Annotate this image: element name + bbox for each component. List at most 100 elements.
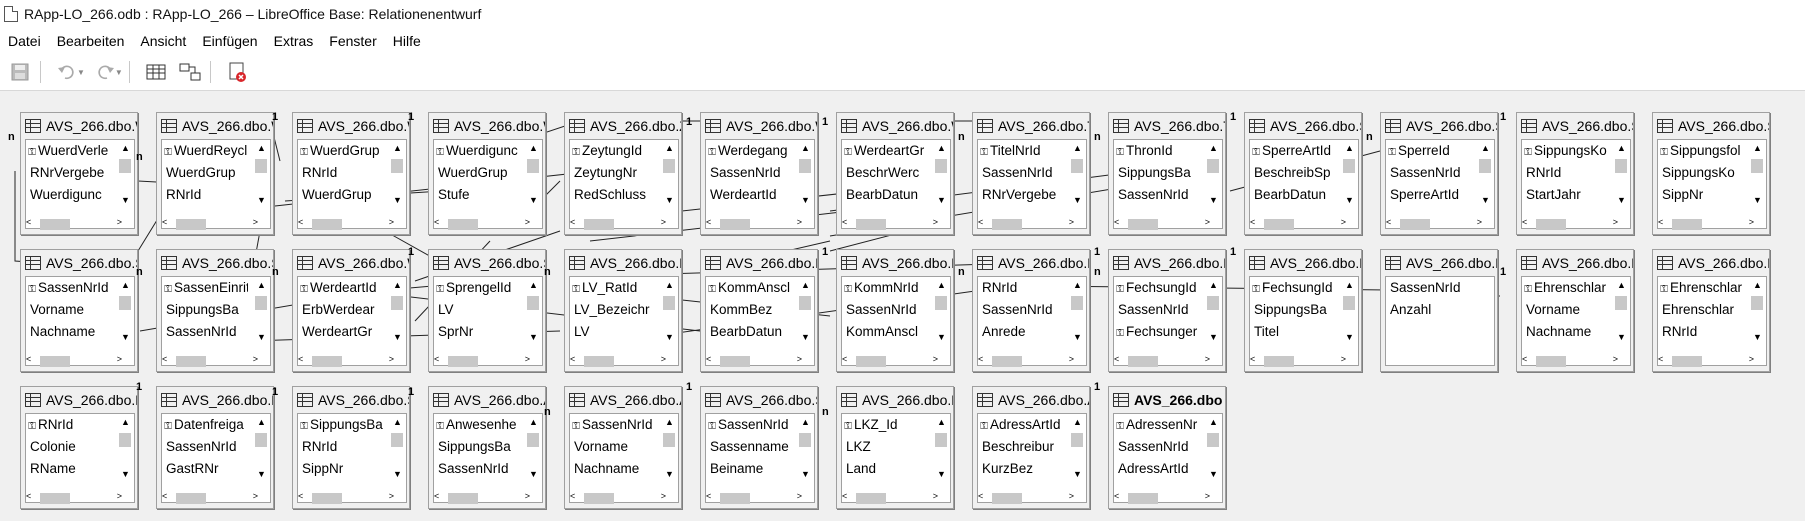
table-window-header[interactable]: AVS_266.dbo.K: [701, 250, 817, 276]
field-row[interactable]: ⚿ SperreArtId: [1250, 140, 1336, 162]
scroll-down-icon[interactable]: ▼: [665, 469, 674, 479]
scroll-up-icon[interactable]: ▲: [393, 417, 402, 427]
scroll-left-icon[interactable]: <: [298, 217, 303, 227]
scroll-up-icon[interactable]: ▲: [1753, 143, 1762, 153]
table-window-header[interactable]: AVS_266.dbo.A: [973, 387, 1089, 413]
scroll-thumb[interactable]: [720, 219, 750, 230]
field-row[interactable]: Nachname: [570, 458, 660, 480]
field-row[interactable]: LV_Bezeichr: [570, 299, 660, 321]
scroll-right-icon[interactable]: >: [117, 491, 122, 501]
vertical-scrollbar[interactable]: ▲ ▼: [389, 415, 405, 479]
scroll-thumb[interactable]: [1071, 296, 1083, 310]
field-row[interactable]: SippNr: [1658, 184, 1748, 206]
horizontal-scrollbar[interactable]: < >: [1110, 352, 1216, 370]
scroll-up-icon[interactable]: ▲: [1209, 143, 1218, 153]
field-row[interactable]: ⚿ WuerdReycl: [162, 140, 248, 162]
field-row[interactable]: Vorname: [570, 436, 660, 458]
table-window-header[interactable]: AVS_266.dbo.W: [157, 113, 273, 139]
horizontal-scrollbar[interactable]: < >: [1110, 489, 1216, 507]
scroll-left-icon[interactable]: <: [1522, 217, 1527, 227]
horizontal-scrollbar[interactable]: < >: [838, 489, 944, 507]
table-window-header[interactable]: AVS_266.dbo.S: [293, 387, 409, 413]
scroll-thumb[interactable]: [1343, 296, 1355, 310]
field-row[interactable]: AdressArtId: [1114, 458, 1204, 480]
field-row[interactable]: SassenNrId: [1114, 184, 1204, 206]
scroll-right-icon[interactable]: >: [389, 354, 394, 364]
table-window[interactable]: AVS_266.dbo.ESassenNrIdAnzahl▲▼<>: [1380, 249, 1498, 372]
scroll-left-icon[interactable]: <: [1386, 217, 1391, 227]
table-window-header[interactable]: AVS_266.dbo.S: [1653, 113, 1769, 139]
horizontal-scrollbar[interactable]: < >: [1518, 215, 1624, 233]
scroll-thumb[interactable]: [1071, 433, 1083, 447]
scroll-up-icon[interactable]: ▲: [665, 417, 674, 427]
scroll-up-icon[interactable]: ▲: [1073, 143, 1082, 153]
vertical-scrollbar[interactable]: ▲ ▼: [525, 141, 541, 205]
table-window-header[interactable]: AVS_266.dbo.W: [21, 113, 137, 139]
scroll-thumb[interactable]: [312, 356, 342, 367]
scroll-thumb[interactable]: [448, 493, 478, 504]
horizontal-scrollbar[interactable]: < >: [22, 352, 128, 370]
scroll-right-icon[interactable]: >: [525, 217, 530, 227]
field-row[interactable]: ⚿ SassenNrId: [26, 277, 112, 299]
scroll-thumb[interactable]: [527, 433, 539, 447]
field-row[interactable]: LKZ: [842, 436, 932, 458]
table-window[interactable]: AVS_266.dbo.E ⚿ Ehrenschlar Vorname Nachname…: [1516, 249, 1634, 372]
scroll-down-icon[interactable]: ▼: [121, 469, 130, 479]
scroll-thumb[interactable]: [992, 356, 1022, 367]
field-row[interactable]: WerdeartId: [706, 184, 796, 206]
vertical-scrollbar[interactable]: ▲ ▼: [389, 141, 405, 205]
field-row[interactable]: SassenNrId: [162, 321, 252, 343]
scroll-up-icon[interactable]: ▲: [1073, 417, 1082, 427]
table-window-header[interactable]: AVS_266.dbo.F: [1109, 250, 1225, 276]
horizontal-scrollbar[interactable]: < >: [1246, 352, 1352, 370]
vertical-scrollbar[interactable]: ▲ ▼: [1205, 141, 1221, 205]
table-window-header[interactable]: AVS_266.dbo.R: [973, 250, 1089, 276]
field-row[interactable]: ⚿ LV_RatId: [570, 277, 656, 299]
field-row[interactable]: Wuerdigunc: [26, 184, 116, 206]
scroll-up-icon[interactable]: ▲: [1073, 280, 1082, 290]
scroll-down-icon[interactable]: ▼: [529, 469, 538, 479]
scroll-thumb[interactable]: [391, 433, 403, 447]
scroll-right-icon[interactable]: >: [1069, 491, 1074, 501]
scroll-left-icon[interactable]: <: [298, 354, 303, 364]
field-row[interactable]: SippungsBa: [162, 299, 252, 321]
scroll-thumb[interactable]: [1343, 159, 1355, 173]
scroll-up-icon[interactable]: ▲: [1209, 280, 1218, 290]
scroll-thumb[interactable]: [391, 159, 403, 173]
scroll-thumb[interactable]: [119, 159, 131, 173]
close-design-icon[interactable]: [223, 58, 251, 86]
field-row[interactable]: Nachname: [26, 321, 116, 343]
scroll-thumb[interactable]: [1400, 219, 1430, 230]
vertical-scrollbar[interactable]: ▲ ▼: [1069, 278, 1085, 342]
field-row[interactable]: WerdeartGr: [298, 321, 388, 343]
horizontal-scrollbar[interactable]: < >: [974, 215, 1080, 233]
scroll-right-icon[interactable]: >: [1341, 217, 1346, 227]
menu-ansicht[interactable]: Ansicht: [132, 33, 194, 49]
horizontal-scrollbar[interactable]: < >: [430, 352, 536, 370]
vertical-scrollbar[interactable]: ▲ ▼: [1341, 278, 1357, 342]
field-row[interactable]: RedSchluss: [570, 184, 660, 206]
scroll-thumb[interactable]: [1264, 219, 1294, 230]
scroll-right-icon[interactable]: >: [661, 491, 666, 501]
table-window[interactable]: AVS_266.dbo.S ⚿ SippungsBa RNrId SippNr ▲ ▼ < >: [292, 386, 410, 509]
vertical-scrollbar[interactable]: ▲ ▼: [117, 141, 133, 205]
scroll-right-icon[interactable]: >: [525, 354, 530, 364]
horizontal-scrollbar[interactable]: < >: [1382, 215, 1488, 233]
scroll-right-icon[interactable]: >: [389, 217, 394, 227]
scroll-right-icon[interactable]: >: [661, 354, 666, 364]
table-window-header[interactable]: AVS_266.dbo.W: [293, 113, 409, 139]
table-window-header[interactable]: AVS_266.dbo.W: [293, 250, 409, 276]
scroll-up-icon[interactable]: ▲: [121, 280, 130, 290]
field-row[interactable]: ⚿ Anwesenhe: [434, 414, 520, 436]
table-window[interactable]: AVS_266.dbo.R RNrId SassenNrId Anrede ▲ ▼ < >: [972, 249, 1090, 372]
scroll-right-icon[interactable]: >: [1749, 354, 1754, 364]
field-row[interactable]: Beiname: [706, 458, 796, 480]
scroll-down-icon[interactable]: ▼: [1209, 332, 1218, 342]
vertical-scrollbar[interactable]: ▲ ▼: [389, 278, 405, 342]
vertical-scrollbar[interactable]: ▲ ▼: [797, 141, 813, 205]
scroll-down-icon[interactable]: ▼: [801, 195, 810, 205]
scroll-thumb[interactable]: [1479, 159, 1491, 173]
scroll-thumb[interactable]: [935, 159, 947, 173]
field-row[interactable]: BearbDatun: [842, 184, 932, 206]
field-row[interactable]: ⚿ WuerdVerle: [26, 140, 112, 162]
